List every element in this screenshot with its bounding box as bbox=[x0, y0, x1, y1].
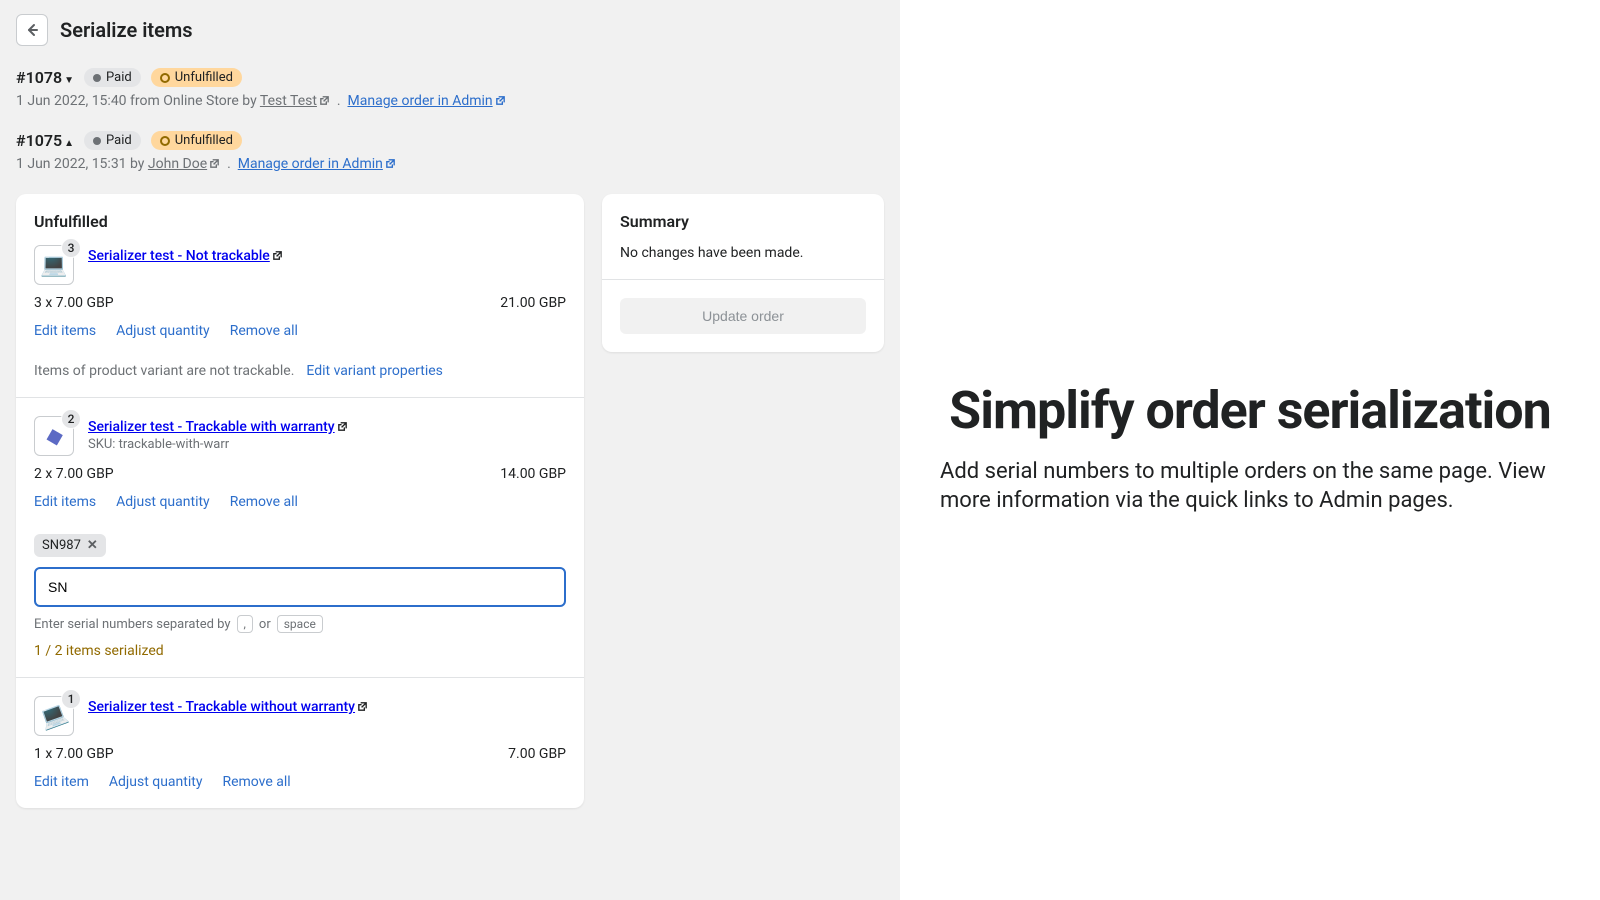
not-trackable-note: Items of product variant are not trackab… bbox=[34, 363, 294, 379]
external-link-icon bbox=[272, 250, 283, 261]
product-thumbnail[interactable]: 💻 1 bbox=[34, 696, 74, 736]
order-header-1075[interactable]: #1075▲ Paid Unfulfilled bbox=[16, 131, 884, 150]
status-badge-unfulfilled: Unfulfilled bbox=[151, 131, 242, 150]
edit-items-link[interactable]: Edit items bbox=[34, 323, 96, 339]
manage-order-link[interactable]: Manage order in Admin bbox=[348, 93, 506, 109]
serialization-count: 1 / 2 items serialized bbox=[34, 643, 566, 659]
chevron-up-icon: ▲ bbox=[64, 138, 74, 149]
external-link-icon bbox=[385, 158, 396, 169]
quantity-price: 3 x 7.00 GBP bbox=[34, 295, 114, 311]
product-thumbnail[interactable]: ◆ 2 bbox=[34, 416, 74, 456]
status-badge-paid: Paid bbox=[84, 131, 141, 150]
back-button[interactable] bbox=[16, 14, 48, 46]
promo-body: Add serial numbers to multiple orders on… bbox=[940, 457, 1560, 516]
adjust-quantity-link[interactable]: Adjust quantity bbox=[116, 323, 210, 339]
quantity-price: 1 x 7.00 GBP bbox=[34, 746, 114, 762]
status-badge-paid: Paid bbox=[84, 68, 141, 87]
unfulfilled-title: Unfulfilled bbox=[34, 212, 566, 231]
laptop-icon: 💻 bbox=[40, 253, 67, 278]
external-link-icon bbox=[209, 158, 220, 169]
product-thumbnail[interactable]: 💻 3 bbox=[34, 245, 74, 285]
manage-order-link[interactable]: Manage order in Admin bbox=[238, 156, 396, 172]
promo-title: Simplify order serialization bbox=[940, 384, 1560, 439]
summary-text: No changes have been made. bbox=[620, 245, 866, 261]
item-section: 💻 1 Serializer test - Trackable without … bbox=[16, 678, 584, 808]
key-space: space bbox=[277, 615, 323, 633]
unfulfilled-card: Unfulfilled 💻 3 Serializer test - Not tr… bbox=[16, 194, 584, 808]
quantity-badge: 2 bbox=[61, 409, 81, 429]
serial-number-input[interactable] bbox=[34, 567, 566, 607]
product-title-link[interactable]: Serializer test - Trackable with warrant… bbox=[88, 419, 348, 435]
edit-variant-link[interactable]: Edit variant properties bbox=[306, 363, 442, 379]
external-link-icon bbox=[319, 95, 330, 106]
chevron-down-icon: ▼ bbox=[64, 75, 74, 86]
external-link-icon bbox=[357, 701, 368, 712]
author-link[interactable]: John Doe bbox=[148, 156, 220, 172]
quantity-badge: 1 bbox=[61, 689, 81, 709]
adjust-quantity-link[interactable]: Adjust quantity bbox=[109, 774, 203, 790]
remove-all-link[interactable]: Remove all bbox=[230, 494, 298, 510]
author-link[interactable]: Test Test bbox=[260, 93, 330, 109]
remove-all-link[interactable]: Remove all bbox=[230, 323, 298, 339]
serial-help-text: Enter serial numbers separated by , or s… bbox=[34, 615, 566, 633]
left-panel: Serialize items #1078▼ Paid Unfulfilled … bbox=[0, 0, 900, 900]
quantity-price: 2 x 7.00 GBP bbox=[34, 466, 114, 482]
line-total: 14.00 GBP bbox=[500, 466, 566, 482]
product-title-link[interactable]: Serializer test - Not trackable bbox=[88, 248, 283, 264]
summary-title: Summary bbox=[620, 212, 866, 231]
order-id: #1075▲ bbox=[16, 131, 74, 150]
order-header-1078[interactable]: #1078▼ Paid Unfulfilled bbox=[16, 68, 884, 87]
update-order-button[interactable]: Update order bbox=[620, 298, 866, 334]
order-meta: 1 Jun 2022, 15:31 by John Doe . Manage o… bbox=[16, 156, 884, 172]
remove-all-link[interactable]: Remove all bbox=[222, 774, 290, 790]
remove-tag-button[interactable]: ✕ bbox=[87, 538, 98, 553]
line-total: 21.00 GBP bbox=[500, 295, 566, 311]
page-title: Serialize items bbox=[60, 18, 193, 42]
status-badge-unfulfilled: Unfulfilled bbox=[151, 68, 242, 87]
product-sku: SKU: trackable-with-warr bbox=[88, 437, 348, 452]
line-total: 7.00 GBP bbox=[508, 746, 566, 762]
page-header: Serialize items bbox=[16, 14, 884, 46]
external-link-icon bbox=[337, 421, 348, 432]
edit-items-link[interactable]: Edit items bbox=[34, 494, 96, 510]
item-section: Unfulfilled 💻 3 Serializer test - Not tr… bbox=[16, 194, 584, 397]
quantity-badge: 3 bbox=[61, 238, 81, 258]
order-meta: 1 Jun 2022, 15:40 from Online Store by T… bbox=[16, 93, 884, 109]
item-section: ◆ 2 Serializer test - Trackable with war… bbox=[16, 398, 584, 677]
serial-tag: SN987 ✕ bbox=[34, 534, 106, 557]
edit-item-link[interactable]: Edit item bbox=[34, 774, 89, 790]
arrow-left-icon bbox=[24, 22, 40, 38]
product-title-link[interactable]: Serializer test - Trackable without warr… bbox=[88, 699, 368, 715]
promo-panel: Simplify order serialization Add serial … bbox=[900, 0, 1600, 900]
adjust-quantity-link[interactable]: Adjust quantity bbox=[116, 494, 210, 510]
laptop-icon: ◆ bbox=[43, 422, 66, 451]
external-link-icon bbox=[495, 95, 506, 106]
key-comma: , bbox=[237, 615, 253, 633]
summary-card: Summary No changes have been made. Updat… bbox=[602, 194, 884, 352]
order-id: #1078▼ bbox=[16, 68, 74, 87]
